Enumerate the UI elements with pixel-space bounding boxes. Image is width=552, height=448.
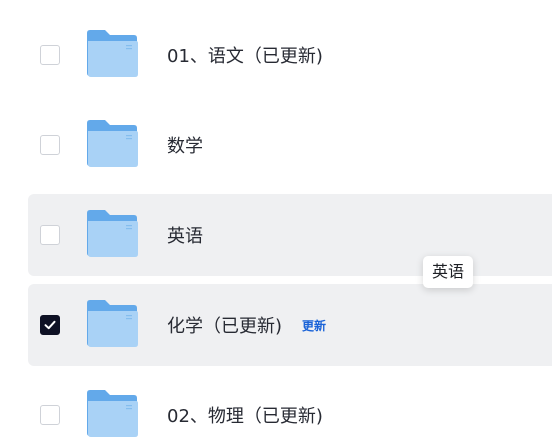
file-row[interactable]: 02、物理（已更新): [28, 374, 552, 448]
file-name-text: 化学（已更新): [167, 316, 283, 337]
checkbox-checked[interactable]: [40, 315, 60, 335]
file-name-text: 英语: [167, 226, 203, 247]
file-list: 01、语文（已更新) 数学 英语 化学（已更新) 更新 02、物理（已更新) 英…: [0, 0, 552, 448]
folder-icon: [87, 120, 138, 167]
tooltip: 英语: [423, 256, 474, 288]
checkbox[interactable]: [40, 405, 60, 425]
checkbox[interactable]: [40, 45, 60, 65]
file-name[interactable]: 01、语文（已更新): [167, 42, 323, 68]
file-name-text: 02、物理（已更新): [167, 406, 323, 427]
folder-icon: [87, 300, 138, 347]
updated-badge: 更新: [302, 319, 327, 333]
file-row-selected[interactable]: 化学（已更新) 更新: [28, 284, 552, 366]
file-name[interactable]: 02、物理（已更新): [167, 402, 323, 428]
folder-icon: [87, 30, 138, 77]
checkbox[interactable]: [40, 135, 60, 155]
file-row-hovered[interactable]: 英语: [28, 194, 552, 276]
file-name[interactable]: 数学: [167, 132, 203, 158]
file-name-text: 01、语文（已更新): [167, 46, 323, 67]
folder-icon: [87, 390, 138, 437]
checkmark-icon: [44, 320, 56, 330]
file-row[interactable]: 数学: [28, 104, 552, 186]
file-name-text: 数学: [167, 136, 203, 157]
checkbox[interactable]: [40, 225, 60, 245]
file-name[interactable]: 化学（已更新) 更新: [167, 312, 326, 338]
folder-icon: [87, 210, 138, 257]
file-name[interactable]: 英语: [167, 222, 203, 248]
file-row[interactable]: 01、语文（已更新): [28, 14, 552, 96]
